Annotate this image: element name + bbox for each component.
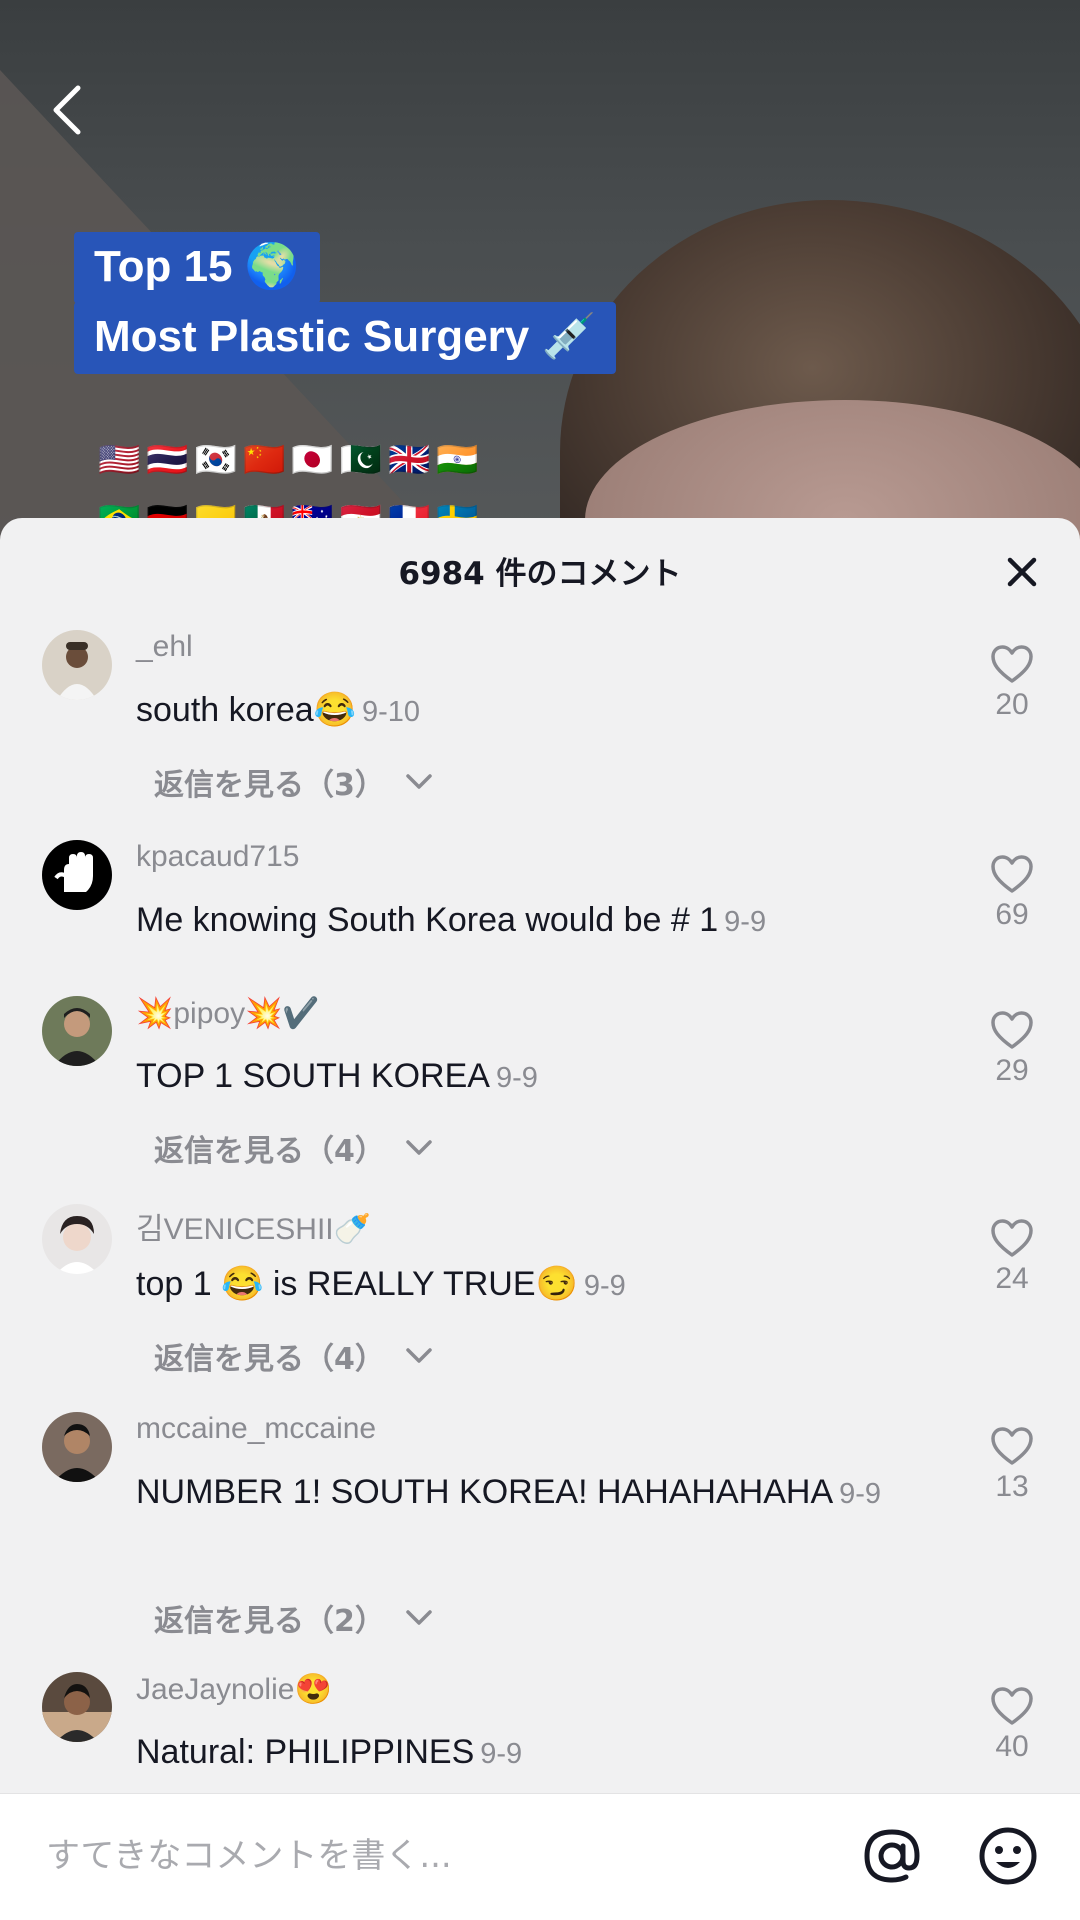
comments-count-title: 6984 件のコメント — [398, 556, 682, 592]
smiley-icon — [979, 1827, 1037, 1885]
video-player[interactable]: Top 15 🌍 Most Plastic Surgery 💉 🇺🇸🇹🇭🇰🇷🇨🇳… — [0, 0, 1080, 560]
like-count: 69 — [995, 898, 1029, 931]
comment-body: Me knowing South Korea would be # 1 9-9 — [136, 894, 896, 948]
comment-body: TOP 1 SOUTH KOREA 9-9 — [136, 1050, 896, 1104]
view-replies-label: 返信を見る（4） — [154, 1342, 385, 1377]
chevron-left-icon — [53, 85, 81, 135]
mention-button[interactable] — [860, 1824, 924, 1888]
comment-username[interactable]: 김VENICESHII🍼 — [136, 1204, 371, 1248]
emoji-button[interactable] — [976, 1824, 1040, 1888]
heart-outline-icon — [991, 1427, 1033, 1465]
comment-date: 9-9 — [724, 906, 767, 938]
like-button[interactable]: 20 — [974, 644, 1050, 722]
comment-date: 9-10 — [362, 696, 421, 728]
view-replies-label: 返信を見る（2） — [154, 1604, 385, 1639]
chevron-down-icon — [406, 774, 432, 789]
comment-text: TOP 1 SOUTH KOREA — [136, 1057, 490, 1095]
like-count: 40 — [995, 1730, 1029, 1763]
view-replies-button[interactable]: 返信を見る（4） — [154, 1126, 433, 1170]
view-replies-label: 返信を見る（4） — [154, 1134, 385, 1169]
tiktok-video-screen: Top 15 🌍 Most Plastic Surgery 💉 🇺🇸🇹🇭🇰🇷🇨🇳… — [0, 0, 1080, 1920]
avatar[interactable] — [42, 840, 112, 910]
like-button[interactable]: 40 — [974, 1686, 1050, 1764]
comment-username[interactable]: JaeJaynolie😍 — [136, 1672, 332, 1707]
comment-text: south korea😂 — [136, 691, 357, 729]
avatar[interactable] — [42, 630, 112, 700]
comment-text: top 1 😂 is REALLY TRUE😏 — [136, 1265, 578, 1303]
heart-outline-icon — [991, 1011, 1033, 1049]
comments-header: 6984 件のコメント — [0, 518, 1080, 618]
comment-username[interactable]: 💥pipoy💥✔️ — [136, 996, 320, 1031]
comment-input[interactable] — [44, 1820, 828, 1892]
comment-date: 9-9 — [583, 1270, 626, 1302]
comment-text: Natural: PHILIPPINES — [136, 1733, 475, 1771]
close-button[interactable] — [1000, 550, 1044, 594]
view-replies-label: 返信を見る（3） — [154, 768, 385, 803]
comment-date: 9-9 — [839, 1478, 882, 1510]
chevron-down-icon — [406, 1348, 432, 1363]
comment-date: 9-9 — [495, 1062, 538, 1094]
comment-body: top 1 😂 is REALLY TRUE😏 9-9 — [136, 1258, 896, 1312]
at-sign-icon — [864, 1829, 920, 1883]
comment-body: Natural: PHILIPPINES 9-9 — [136, 1726, 896, 1780]
like-button[interactable]: 13 — [974, 1426, 1050, 1504]
like-count: 24 — [995, 1262, 1029, 1295]
comment-body: south korea😂 9-10 — [136, 684, 896, 738]
comments-sheet: 6984 件のコメント _ehl south korea😂 9-10 20 返信… — [0, 518, 1080, 1920]
close-icon — [1007, 557, 1037, 587]
like-button[interactable]: 69 — [974, 854, 1050, 932]
video-caption: Top 15 🌍 Most Plastic Surgery 💉 — [74, 232, 617, 374]
heart-outline-icon — [991, 1219, 1033, 1257]
chevron-down-icon — [406, 1140, 432, 1155]
back-button[interactable] — [36, 80, 96, 140]
flags-row-1: 🇺🇸🇹🇭🇰🇷🇨🇳🇯🇵🇵🇰🇬🇧🇮🇳 — [98, 440, 485, 480]
chevron-down-icon — [406, 1610, 432, 1625]
like-count: 20 — [995, 688, 1029, 721]
heart-outline-icon — [991, 855, 1033, 893]
comment-username[interactable]: mccaine_mccaine — [136, 1412, 376, 1446]
comment-username[interactable]: kpacaud715 — [136, 840, 299, 874]
avatar[interactable] — [42, 1672, 112, 1742]
like-button[interactable]: 29 — [974, 1010, 1050, 1088]
comment-input-bar — [0, 1793, 1080, 1920]
like-count: 29 — [995, 1054, 1029, 1087]
comment-body: NUMBER 1! SOUTH KOREA! HAHAHAHAHA 9-9 — [136, 1466, 896, 1520]
view-replies-button[interactable]: 返信を見る（4） — [154, 1334, 433, 1378]
avatar[interactable] — [42, 996, 112, 1066]
like-button[interactable]: 24 — [974, 1218, 1050, 1296]
heart-outline-icon — [991, 1687, 1033, 1725]
avatar[interactable] — [42, 1412, 112, 1482]
comment-text: Me knowing South Korea would be # 1 — [136, 901, 719, 939]
caption-line-1: Top 15 🌍 — [74, 232, 320, 304]
like-count: 13 — [995, 1470, 1029, 1503]
comment-username[interactable]: _ehl — [136, 630, 193, 664]
comment-date: 9-9 — [480, 1738, 523, 1770]
caption-line-2: Most Plastic Surgery 💉 — [74, 302, 617, 374]
view-replies-button[interactable]: 返信を見る（3） — [154, 760, 433, 804]
comment-text: NUMBER 1! SOUTH KOREA! HAHAHAHAHA — [136, 1473, 834, 1511]
avatar[interactable] — [42, 1204, 112, 1274]
heart-outline-icon — [991, 645, 1033, 683]
view-replies-button[interactable]: 返信を見る（2） — [154, 1596, 433, 1640]
